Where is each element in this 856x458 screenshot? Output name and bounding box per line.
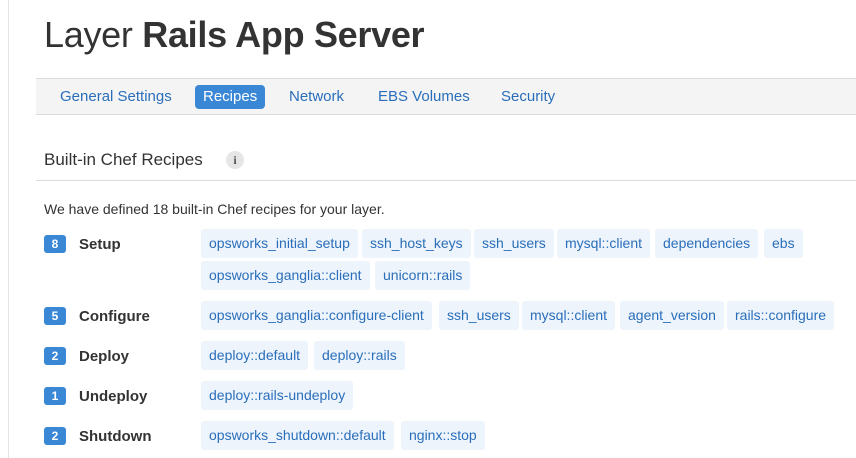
recipe-chip[interactable]: agent_version [620, 301, 724, 330]
section-title: Built-in Chef Recipes [44, 150, 203, 169]
recipe-chip[interactable]: nginx::stop [401, 421, 485, 450]
recipe-chip[interactable]: ebs [764, 229, 803, 258]
recipe-chip[interactable]: opsworks_initial_setup [201, 229, 358, 258]
event-label-deploy: Deploy [79, 348, 130, 365]
undeploy-count-badge: 1 [44, 387, 66, 405]
tab-ebs-volumes[interactable]: EBS Volumes [370, 85, 478, 109]
tab-network[interactable]: Network [281, 85, 352, 109]
deploy-count-badge: 2 [44, 347, 66, 365]
tab-security[interactable]: Security [493, 85, 563, 109]
recipe-chip[interactable]: opsworks_ganglia::configure-client [201, 301, 432, 330]
tab-bar: General Settings Recipes Network EBS Vol… [36, 78, 856, 115]
tab-general-settings[interactable]: General Settings [52, 85, 180, 109]
page-title-prefix: Layer [44, 14, 133, 55]
recipe-chip[interactable]: deploy::rails [314, 341, 405, 370]
page-left-rule [8, 0, 9, 458]
event-label-shutdown: Shutdown [79, 428, 152, 445]
recipe-chip[interactable]: mysql::client [557, 229, 651, 258]
configure-count-badge: 5 [44, 307, 66, 325]
recipe-chip[interactable]: deploy::default [201, 341, 309, 370]
layer-name: Rails App Server [142, 14, 425, 55]
setup-count-badge: 8 [44, 235, 66, 253]
recipe-chip[interactable]: unicorn::rails [375, 261, 471, 290]
shutdown-count-badge: 2 [44, 427, 66, 445]
page-title: Layer Rails App Server [44, 14, 425, 56]
section-divider [36, 180, 856, 181]
recipe-chip[interactable]: rails::configure [727, 301, 835, 330]
event-label-undeploy: Undeploy [79, 388, 148, 405]
recipe-chip[interactable]: ssh_users [474, 229, 554, 258]
info-icon[interactable]: i [226, 151, 244, 169]
tab-recipes[interactable]: Recipes [195, 85, 266, 109]
intro-text: We have defined 18 built-in Chef recipes… [44, 201, 385, 217]
recipe-chip[interactable]: dependencies [655, 229, 759, 258]
recipe-chip[interactable]: opsworks_ganglia::client [201, 261, 370, 290]
recipe-chip[interactable]: ssh_host_keys [362, 229, 471, 258]
recipe-chip[interactable]: opsworks_shutdown::default [201, 421, 394, 450]
recipe-chip[interactable]: deploy::rails-undeploy [201, 381, 354, 410]
event-label-configure: Configure [79, 308, 150, 325]
event-label-setup: Setup [79, 236, 121, 253]
recipe-chip[interactable]: ssh_users [439, 301, 519, 330]
recipe-chip[interactable]: mysql::client [522, 301, 616, 330]
